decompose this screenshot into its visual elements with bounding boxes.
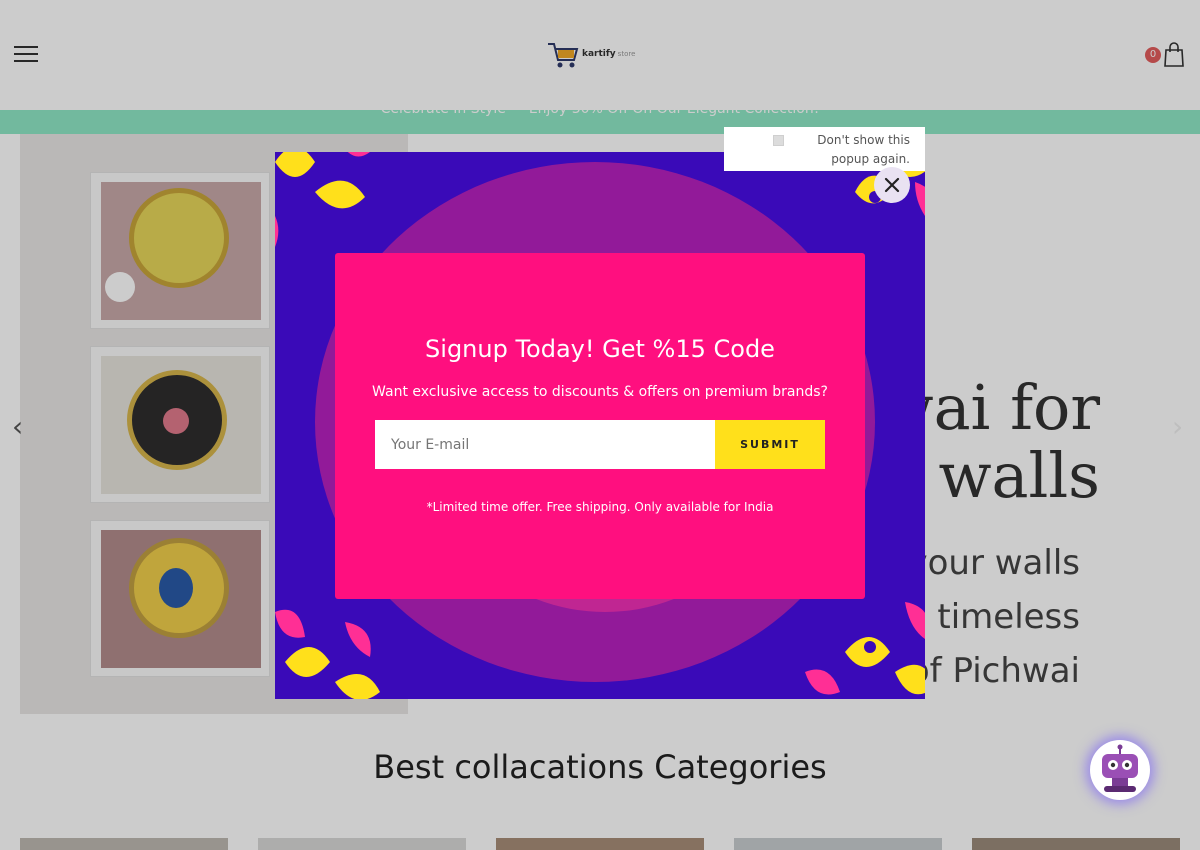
close-icon	[884, 177, 900, 193]
signup-card: Signup Today! Get %15 Code Want exclusiv…	[335, 253, 865, 599]
popup-description: Want exclusive access to discounts & off…	[372, 384, 828, 400]
flower-decoration-icon	[275, 152, 370, 247]
email-input[interactable]	[375, 420, 715, 469]
submit-button[interactable]: SUBMIT	[715, 420, 825, 469]
flower-decoration-icon	[805, 602, 925, 695]
robot-icon	[1102, 744, 1138, 792]
popup-note: *Limited time offer. Free shipping. Only…	[426, 500, 774, 514]
popup-title: Signup Today! Get %15 Code	[425, 335, 775, 363]
flower-decoration-icon	[275, 609, 380, 699]
chatbot-button[interactable]	[1090, 740, 1150, 800]
dont-show-label[interactable]: Don't show this popup again.	[780, 131, 910, 169]
close-popup-button[interactable]	[874, 167, 910, 203]
dont-show-again: Don't show this popup again.	[724, 127, 925, 171]
signup-popup: Signup Today! Get %15 Code Want exclusiv…	[275, 152, 925, 699]
